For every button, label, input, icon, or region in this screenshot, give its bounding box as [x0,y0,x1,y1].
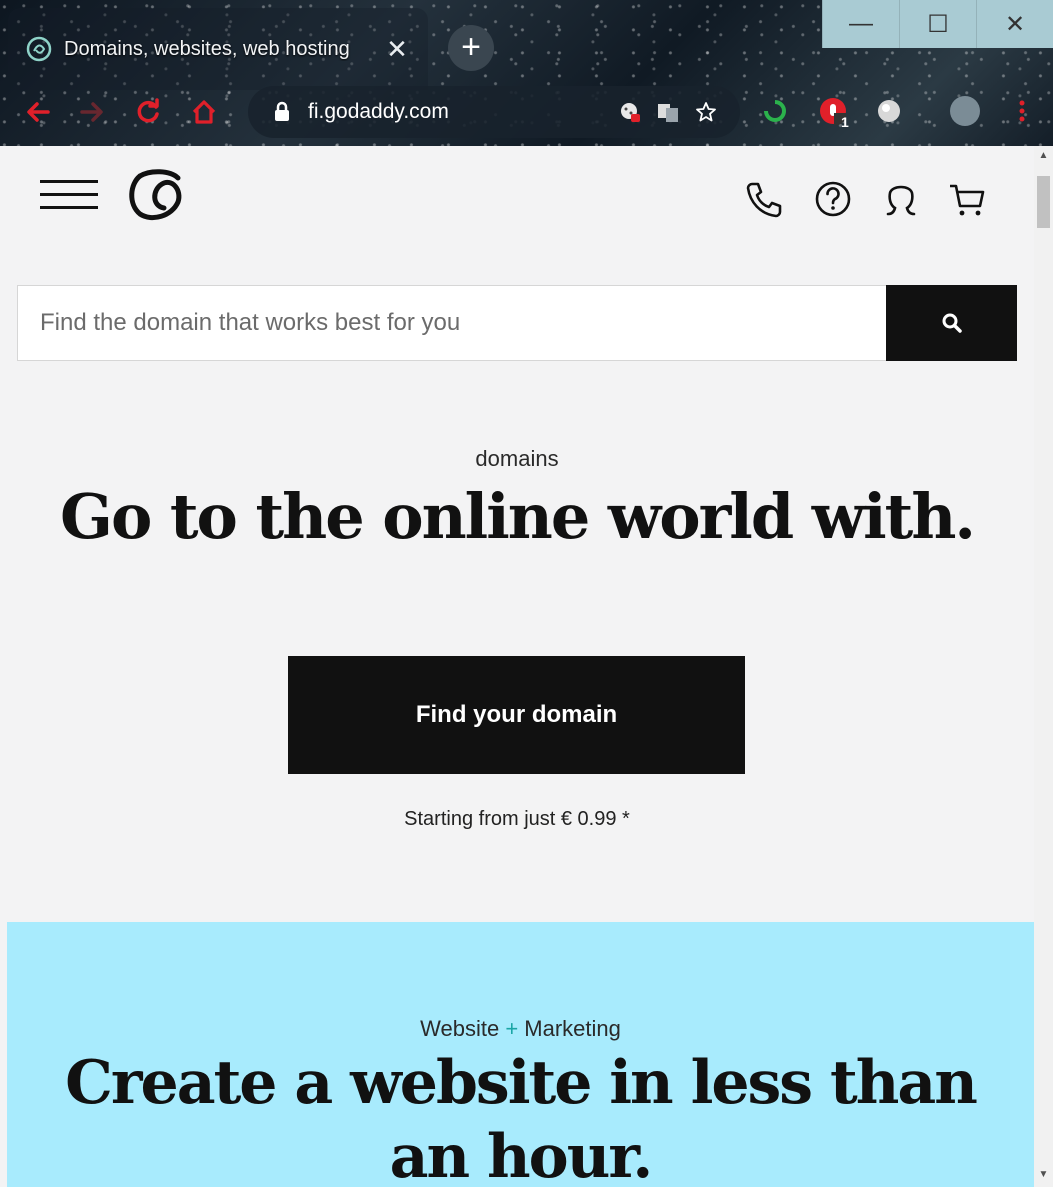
reload-icon[interactable] [134,98,162,126]
search-button[interactable] [886,285,1017,361]
url-text: fi.godaddy.com [308,100,449,123]
maximize-button[interactable]: ☐ [899,0,976,48]
menu-icon[interactable] [40,180,98,210]
domain-search [17,285,1017,361]
browser-chrome: Domains, websites, web hosting ✕ + — ☐ ✕… [0,0,1053,146]
scroll-down-arrow-icon[interactable]: ▼ [1034,1169,1053,1187]
cart-icon[interactable] [946,178,988,220]
promo-eyebrow-left: Website [420,1016,500,1041]
phone-icon[interactable] [742,178,784,220]
promo-eyebrow-right: Marketing [524,1016,621,1041]
cookie-blocked-icon[interactable] [618,100,642,124]
scroll-thumb[interactable] [1037,176,1050,228]
domain-search-input[interactable] [17,285,886,361]
bookmark-star-icon[interactable] [694,100,718,124]
scroll-up-arrow-icon[interactable]: ▲ [1034,150,1053,168]
hero-section: domains Go to the online world with. [0,446,1034,553]
website-marketing-promo: Website + Marketing Create a website in … [7,922,1034,1187]
tab-close-icon[interactable]: ✕ [384,34,410,65]
promo-eyebrow-plus: + [505,1016,519,1041]
address-bar[interactable]: fi.godaddy.com [248,86,740,138]
godaddy-logo[interactable] [122,164,192,224]
help-icon[interactable] [812,178,854,220]
promo-eyebrow: Website + Marketing [7,1016,1034,1042]
back-arrow-icon[interactable] [24,98,52,126]
browser-tab[interactable]: Domains, websites, web hosting ✕ [8,8,428,90]
lock-icon[interactable] [270,100,294,124]
page-scrollbar[interactable]: ▲ ▼ [1034,146,1053,1187]
home-icon[interactable] [190,98,218,126]
price-note: Starting from just € 0.99 * [404,808,630,830]
site-header [0,146,1034,256]
extension-green-icon[interactable] [760,96,790,126]
promo-title: Create a website in less than an hour. [65,1048,978,1187]
window-controls: — ☐ ✕ [822,0,1053,48]
hero-title: Go to the online world with. [60,480,976,553]
translate-icon[interactable] [656,100,680,124]
close-window-button[interactable]: ✕ [976,0,1053,48]
page-viewport: domains Go to the online world with. Fin… [0,146,1053,1187]
extension-sphere-icon[interactable] [874,96,904,126]
minimize-button[interactable]: — [822,0,899,48]
hero-eyebrow: domains [475,446,559,471]
forward-arrow-icon[interactable] [78,98,106,126]
godaddy-favicon-icon [26,36,52,62]
profile-avatar[interactable] [950,96,980,126]
more-menu-icon[interactable] [1012,96,1032,126]
search-icon [942,313,962,333]
new-tab-button[interactable]: + [448,25,494,71]
account-icon[interactable] [880,178,922,220]
tab-title: Domains, websites, web hosting [64,37,350,60]
extension-badge: 1 [841,114,849,130]
find-your-domain-button[interactable]: Find your domain [288,656,745,774]
